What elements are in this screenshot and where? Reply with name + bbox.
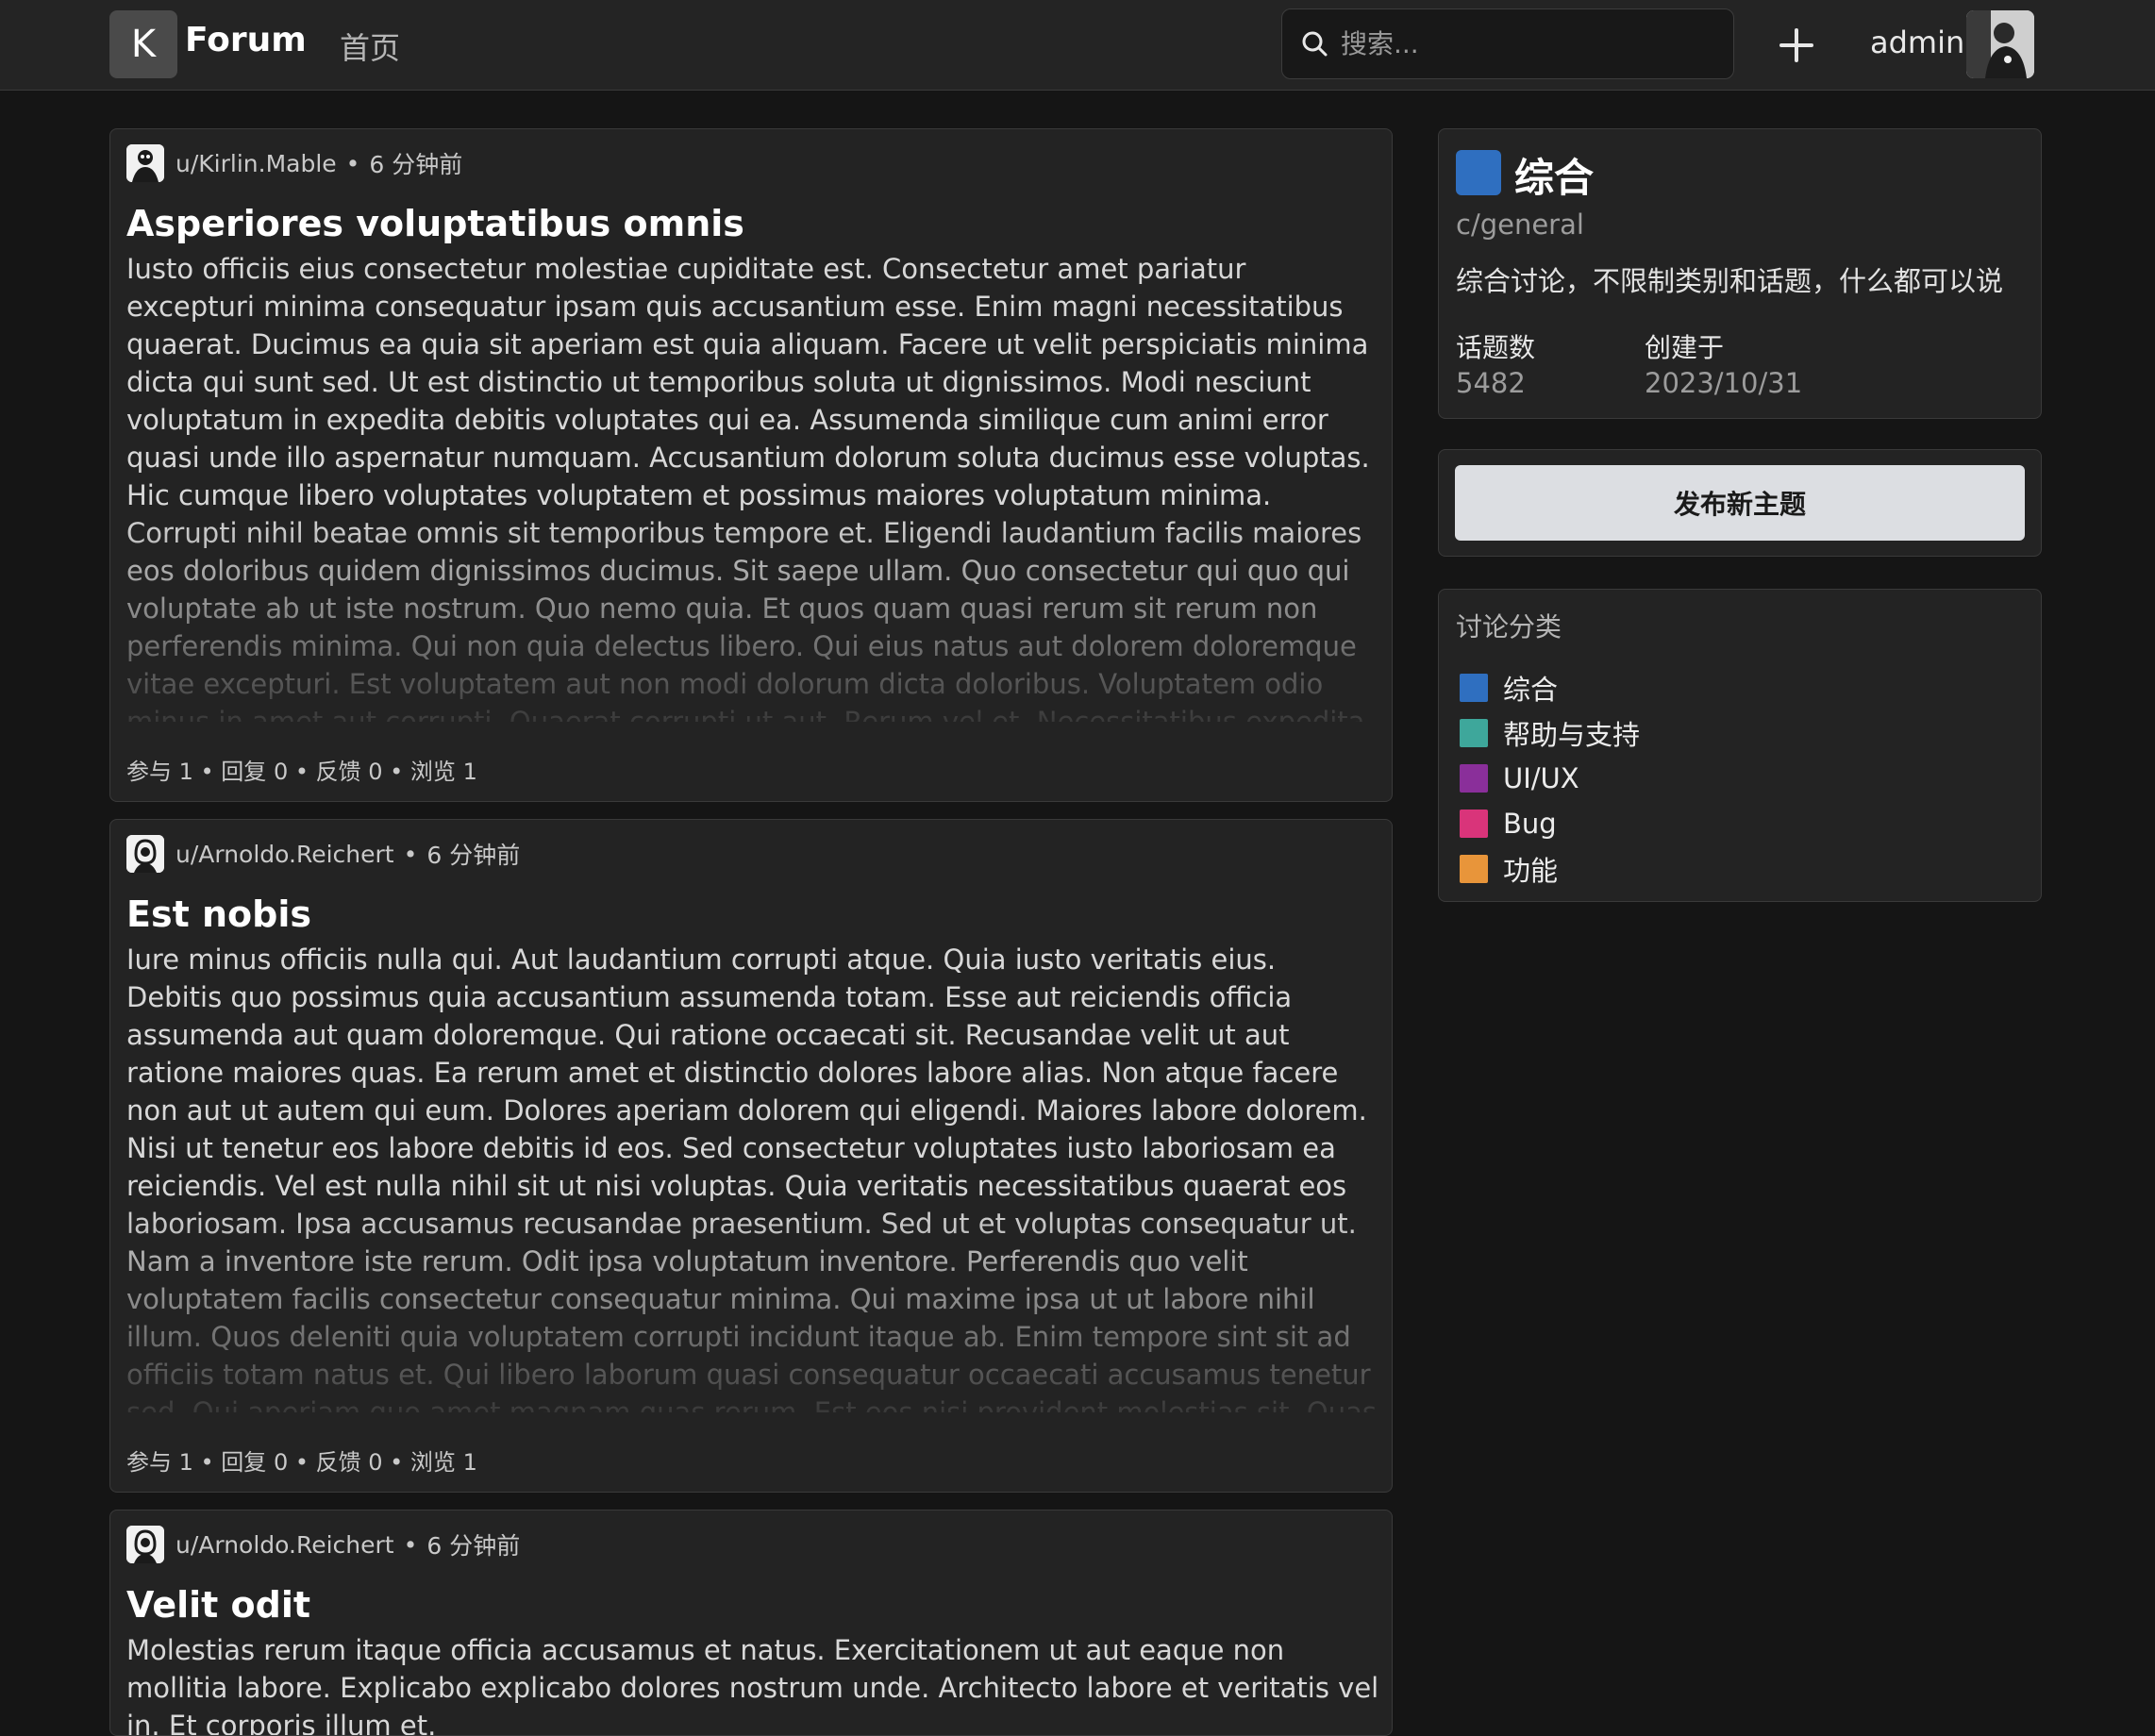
post-card[interactable]: u/Arnoldo.Reichert • 6 分钟前 Est nobis Iur… (109, 819, 1393, 1493)
category-item-label: UI/UX (1503, 762, 1579, 794)
new-topic-card: 发布新主题 (1438, 449, 2042, 557)
author-avatar[interactable] (126, 144, 164, 182)
search-bar[interactable] (1281, 8, 1734, 79)
user-avatar-image (1966, 10, 2034, 78)
post-title[interactable]: Velit odit (126, 1584, 310, 1626)
logo-icon[interactable]: K (109, 10, 177, 78)
category-item-label: 功能 (1503, 855, 1559, 887)
separator-dot: • (403, 840, 418, 868)
post-card[interactable]: u/Kirlin.Mable • 6 分钟前 Asperiores volupt… (109, 128, 1393, 802)
post-meta: u/Kirlin.Mable • 6 分钟前 (126, 144, 462, 182)
post-time: 6 分钟前 (426, 842, 521, 869)
category-swatch (1460, 674, 1488, 702)
category-item-feature[interactable]: 功能 (1460, 846, 1640, 892)
post-card[interactable]: u/Arnoldo.Reichert • 6 分钟前 Velit odit Mo… (109, 1510, 1393, 1736)
search-input[interactable] (1341, 9, 1718, 78)
post-excerpt: Molestias rerum itaque officia accusamus… (126, 1634, 1379, 1735)
categories-heading: 讨论分类 (1456, 611, 1562, 643)
category-swatch (1460, 855, 1488, 883)
post-title[interactable]: Est nobis (126, 893, 311, 935)
category-swatch (1460, 764, 1488, 793)
post-stats: 参与 1 • 回复 0 • 反馈 0 • 浏览 1 (126, 1449, 477, 1476)
user-avatar[interactable] (1966, 10, 2034, 78)
category-item-label: 帮助与支持 (1503, 719, 1641, 751)
category-description: 综合讨论，不限制类别和话题，什么都可以说 (1456, 265, 2004, 297)
post-author[interactable]: u/Kirlin.Mable (175, 150, 337, 177)
category-item-help[interactable]: 帮助与支持 (1460, 710, 1640, 756)
separator-dot: • (403, 1530, 418, 1559)
separator-dot: • (345, 149, 360, 177)
user-name[interactable]: admin (1870, 25, 1964, 60)
topics-count-label: 话题数 (1456, 332, 1536, 363)
category-color-swatch (1456, 150, 1501, 195)
category-item-label: 综合 (1503, 674, 1559, 706)
created-date-label: 创建于 (1645, 332, 1725, 363)
author-avatar-image (126, 835, 164, 873)
category-list: 综合 帮助与支持 UI/UX Bug 功能 (1460, 665, 1640, 892)
post-time: 6 分钟前 (369, 151, 463, 178)
search-icon (1302, 31, 1328, 57)
category-info-card: 综合 c/general 综合讨论，不限制类别和话题，什么都可以说 话题数 54… (1438, 128, 2042, 419)
post-author[interactable]: u/Arnoldo.Reichert (175, 1531, 394, 1559)
author-avatar[interactable] (126, 835, 164, 873)
nav-home-link[interactable]: 首页 (340, 25, 400, 68)
categories-card: 讨论分类 综合 帮助与支持 UI/UX Bug 功能 (1438, 589, 2042, 902)
post-title[interactable]: Asperiores voluptatibus omnis (126, 203, 744, 244)
top-navbar: K Forum 首页 admin (0, 0, 2155, 91)
topics-count-value: 5482 (1456, 367, 1526, 399)
post-meta: u/Arnoldo.Reichert • 6 分钟前 (126, 1526, 520, 1563)
author-avatar-image (126, 1526, 164, 1563)
category-title: 综合 (1514, 155, 1595, 201)
post-meta: u/Arnoldo.Reichert • 6 分钟前 (126, 835, 520, 873)
category-item-bug[interactable]: Bug (1460, 801, 1640, 846)
post-excerpt: Iusto officiis eius consectetur molestia… (126, 253, 1370, 722)
category-item-general[interactable]: 综合 (1460, 665, 1640, 710)
post-excerpt: Iure minus officiis nulla qui. Aut lauda… (126, 943, 1377, 1412)
category-swatch (1460, 719, 1488, 747)
create-plus-icon[interactable] (1778, 23, 1815, 68)
category-slug: c/general (1456, 209, 1584, 241)
post-stats: 参与 1 • 回复 0 • 反馈 0 • 浏览 1 (126, 759, 477, 785)
author-avatar-image (126, 144, 164, 182)
created-date-value: 2023/10/31 (1645, 367, 1803, 399)
category-swatch (1460, 810, 1488, 838)
author-avatar[interactable] (126, 1526, 164, 1563)
new-topic-button[interactable]: 发布新主题 (1455, 465, 2025, 541)
post-time: 6 分钟前 (426, 1532, 521, 1560)
site-title[interactable]: Forum (185, 21, 307, 59)
category-item-label: Bug (1503, 808, 1557, 840)
category-item-uiux[interactable]: UI/UX (1460, 756, 1640, 801)
post-author[interactable]: u/Arnoldo.Reichert (175, 841, 394, 868)
